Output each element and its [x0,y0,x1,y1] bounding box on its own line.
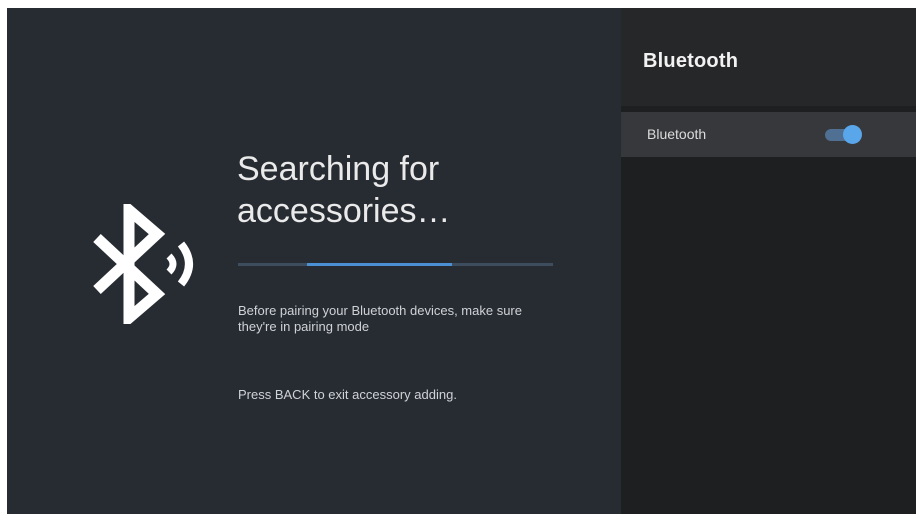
search-progress-bar [238,263,553,266]
page-title-line-2: accessories… [237,192,451,230]
settings-side-panel: Bluetooth Bluetooth [621,8,916,514]
side-panel-header: Bluetooth [621,8,916,106]
bluetooth-toggle[interactable] [825,125,862,144]
page-title-line-1: Searching for [237,150,440,188]
toggle-knob [843,125,862,144]
pairing-instructions: Before pairing your Bluetooth devices, m… [238,303,522,334]
main-panel: Searching for accessories… Before pairin… [7,8,621,514]
bluetooth-setting-label: Bluetooth [647,126,707,142]
back-hint: Press BACK to exit accessory adding. [238,387,457,402]
side-panel-title: Bluetooth [643,50,739,72]
search-progress-indicator [307,263,452,266]
tv-screen: Searching for accessories… Before pairin… [7,8,916,514]
page-title: Searching for accessories… [237,148,597,232]
bluetooth-setting-row[interactable]: Bluetooth [621,112,916,157]
bluetooth-searching-icon [93,204,193,324]
